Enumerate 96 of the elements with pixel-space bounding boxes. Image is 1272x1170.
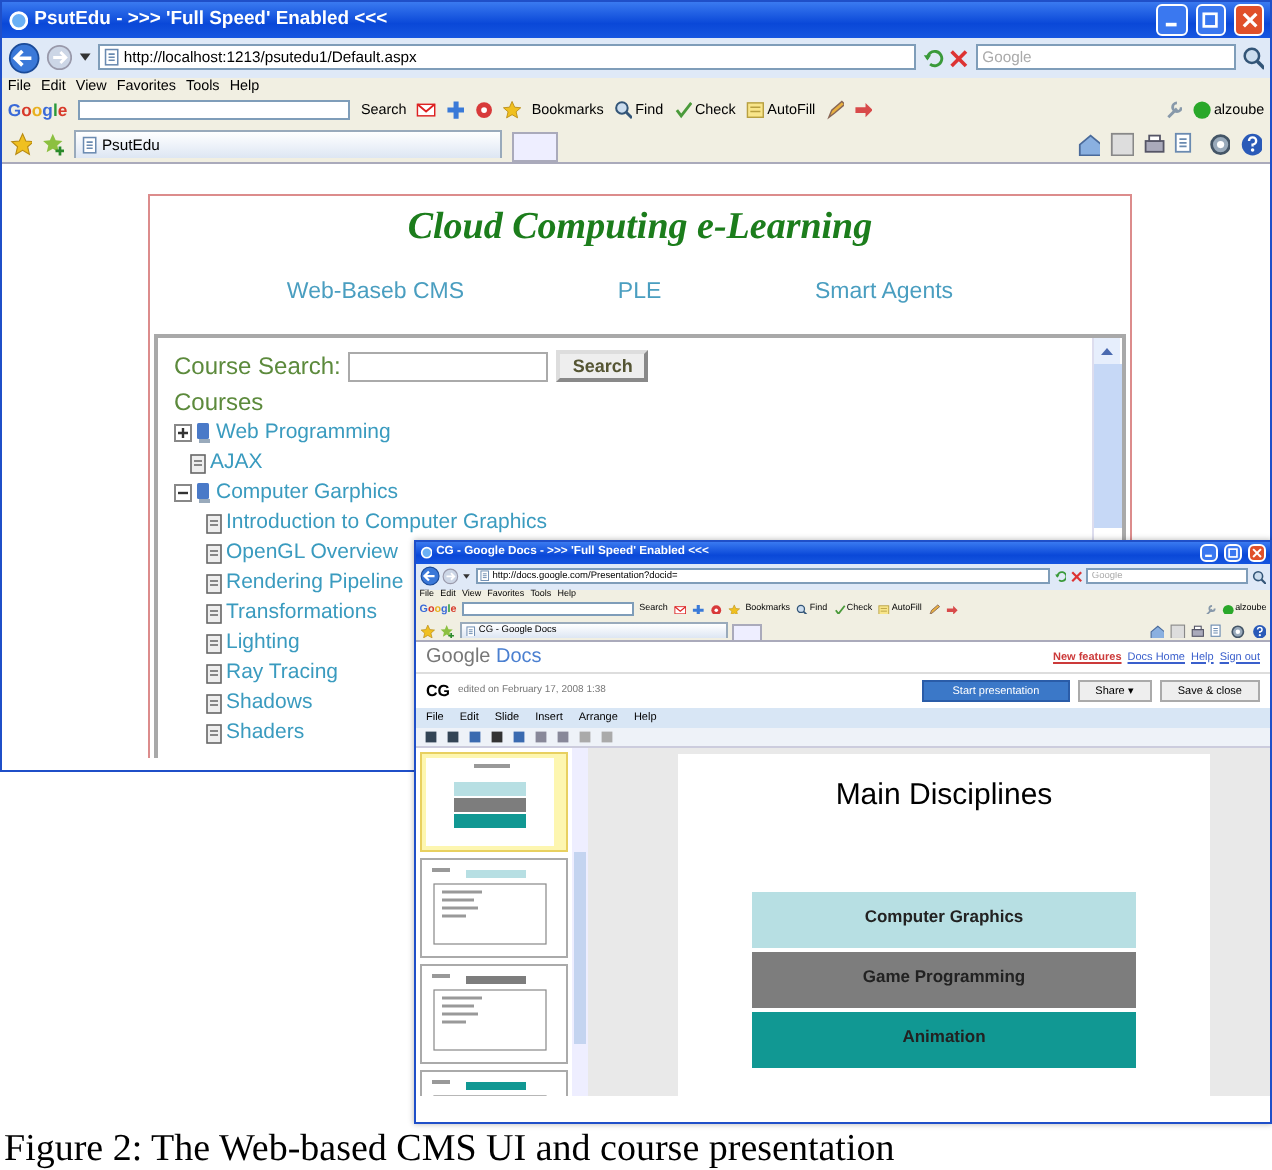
toggle-icon[interactable] (174, 484, 192, 503)
dropdown-icon[interactable] (77, 50, 92, 65)
maximize-icon (1202, 11, 1219, 29)
plus-icon[interactable] (445, 100, 465, 120)
toolbar-search-field[interactable] (462, 602, 634, 616)
slide-thumbnail[interactable] (420, 964, 568, 1065)
close-icon (1241, 11, 1258, 29)
print-icon[interactable] (1190, 623, 1206, 638)
document-icon (206, 633, 222, 654)
add-favorite-icon[interactable] (41, 132, 65, 157)
check-icon (833, 603, 846, 615)
new-tab-button[interactable] (511, 132, 559, 162)
search-label: Course Search: (174, 350, 341, 385)
close-button[interactable] (1234, 4, 1265, 36)
status-icon (1192, 100, 1211, 120)
page-icon (103, 48, 120, 67)
document-icon (206, 723, 222, 744)
slide-title: Main Disciplines (835, 776, 1053, 817)
slide-preview-drawing (426, 758, 554, 847)
search-icon[interactable] (1252, 569, 1267, 584)
close-icon (1252, 548, 1263, 559)
search-icon[interactable] (1241, 46, 1265, 70)
help-icon[interactable] (1239, 132, 1263, 157)
book-icon (196, 422, 212, 445)
slide-thumbnail[interactable] (420, 858, 568, 959)
dropdown-icon[interactable] (462, 572, 472, 582)
stop-icon[interactable] (1070, 569, 1084, 584)
slide-block: Computer Graphics (752, 891, 1136, 948)
wrench-icon[interactable] (1203, 603, 1216, 615)
favorites-icon[interactable] (9, 132, 33, 157)
maximize-button[interactable] (1223, 543, 1243, 563)
home-icon[interactable] (1077, 132, 1101, 157)
plus-icon[interactable] (691, 603, 704, 615)
minimize-button[interactable] (1156, 4, 1188, 36)
docs-logo: Google Docs (426, 644, 542, 673)
document-icon (206, 663, 222, 684)
arrow-icon[interactable] (945, 603, 958, 615)
figure-caption: Figure 2: The Web-based CMS UI and course presentation (2, 1128, 897, 1170)
print-icon[interactable] (1142, 132, 1166, 157)
status-icon (1221, 603, 1234, 615)
toolbar-logo: Google (7, 97, 68, 123)
form-icon (878, 603, 891, 615)
favorites-icon[interactable] (420, 623, 435, 638)
scrollbar[interactable] (572, 748, 588, 1097)
wrench-icon[interactable] (1163, 100, 1183, 120)
back-button[interactable] (7, 41, 40, 74)
mail-icon[interactable] (673, 603, 686, 615)
search-field[interactable] (348, 351, 549, 382)
tools-icon[interactable] (1230, 623, 1246, 638)
circle-icon[interactable] (709, 603, 722, 615)
circle-icon[interactable] (474, 100, 493, 120)
slide-block: Game Programming (752, 951, 1136, 1008)
search-icon (613, 100, 633, 120)
minimize-button[interactable] (1199, 543, 1219, 563)
star-icon[interactable] (727, 603, 740, 615)
page-icon (82, 135, 98, 154)
page-icon (466, 625, 476, 637)
new-tab-button[interactable] (732, 623, 762, 642)
toolbar-search-field[interactable] (77, 99, 351, 121)
slide-thumbnail[interactable] (420, 752, 568, 853)
document-title: CG (426, 679, 450, 704)
browser-icon (7, 9, 29, 31)
back-button[interactable] (419, 566, 440, 587)
stop-icon[interactable] (948, 47, 971, 69)
document-icon (206, 693, 222, 714)
arrow-icon[interactable] (854, 100, 873, 120)
home-icon[interactable] (1150, 623, 1165, 638)
form-icon (745, 100, 765, 120)
check-icon (673, 100, 693, 120)
document-icon (206, 573, 222, 594)
close-button[interactable] (1247, 543, 1267, 563)
book-icon (196, 482, 212, 505)
browser-icon (419, 546, 433, 560)
document-icon (190, 453, 206, 474)
maximize-icon (1228, 548, 1239, 559)
site-title: Cloud Computing e-Learning (405, 203, 875, 252)
window-title: PsutEdu - >>> 'Full Speed' Enabled <<< (34, 5, 390, 34)
refresh-icon[interactable] (921, 47, 944, 69)
tools-icon[interactable] (1207, 132, 1231, 157)
toggle-icon[interactable] (174, 424, 192, 443)
mail-icon[interactable] (416, 100, 436, 120)
document-icon (206, 543, 222, 564)
document-icon (206, 603, 222, 624)
star-icon[interactable] (502, 100, 522, 120)
scrollbar-thumb[interactable] (1094, 364, 1122, 529)
slide-block: Animation (752, 1011, 1136, 1068)
search-icon (796, 603, 808, 615)
maximize-button[interactable] (1195, 4, 1226, 36)
add-favorite-icon[interactable] (440, 623, 456, 638)
courses-heading: Courses (174, 386, 266, 419)
refresh-icon[interactable] (1053, 569, 1067, 584)
page-icon (480, 570, 490, 583)
search-button[interactable]: Search (556, 350, 649, 383)
scroll-up-button[interactable] (1094, 338, 1120, 365)
help-icon[interactable] (1251, 623, 1266, 638)
document-icon (206, 513, 222, 534)
